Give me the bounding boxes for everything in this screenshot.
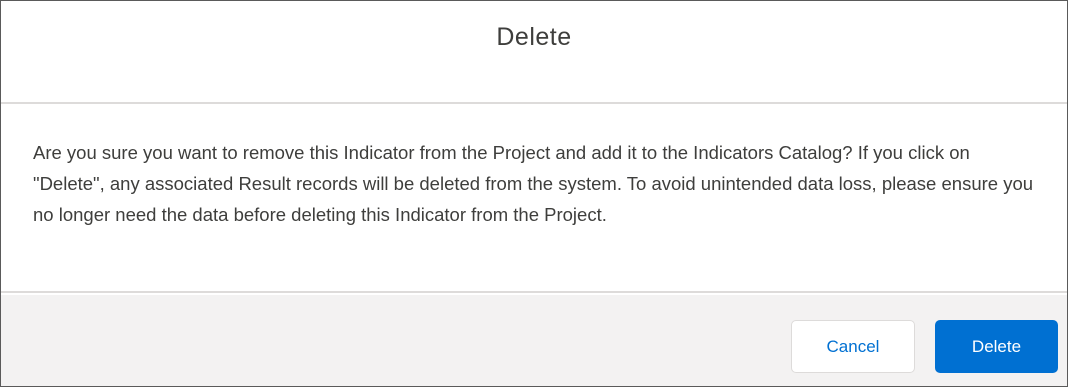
modal-title: Delete xyxy=(496,22,572,51)
delete-confirmation-modal: Delete Are you sure you want to remove t… xyxy=(0,0,1068,387)
modal-message: Are you sure you want to remove this Ind… xyxy=(33,142,1034,225)
modal-footer: Cancel Delete xyxy=(1,295,1067,386)
modal-body: Are you sure you want to remove this Ind… xyxy=(1,104,1067,293)
delete-button[interactable]: Delete xyxy=(935,320,1058,373)
modal-header: Delete xyxy=(1,1,1067,104)
cancel-button[interactable]: Cancel xyxy=(791,320,915,373)
